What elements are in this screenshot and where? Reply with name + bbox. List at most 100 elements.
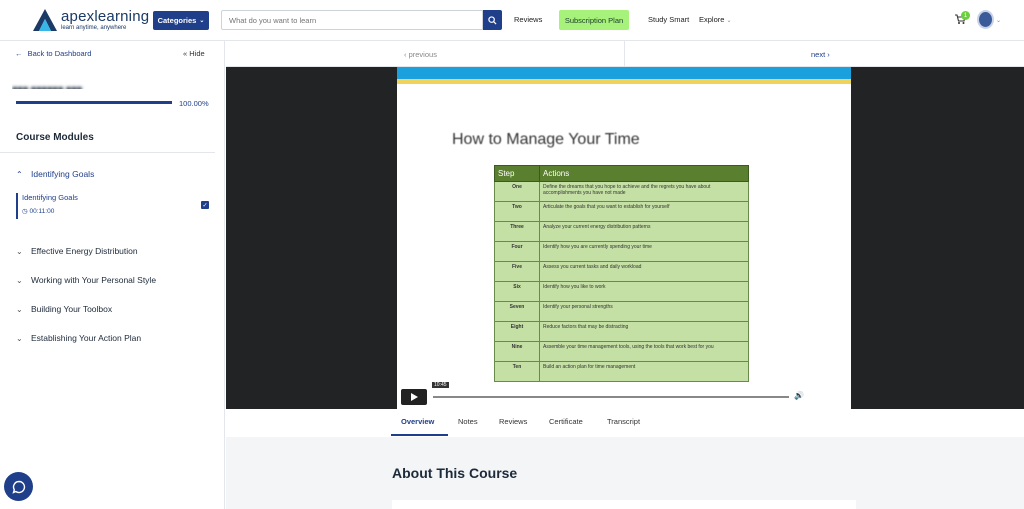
- module-building-your-toolbox[interactable]: ⌄ Building Your Toolbox: [16, 304, 112, 314]
- action-cell: Define the dreams that you hope to achie…: [539, 181, 749, 202]
- chat-button[interactable]: [4, 472, 33, 501]
- table-row: Five Assess you current tasks and daily w…: [494, 261, 749, 282]
- chevron-left-icon: ‹: [404, 50, 407, 59]
- subscription-plan-button[interactable]: Subscription Plan: [559, 10, 629, 30]
- step-cell: Two: [494, 201, 540, 222]
- course-modules-heading: Course Modules: [16, 132, 94, 143]
- chevron-down-icon: ⌄: [16, 275, 23, 285]
- video-frame: How to Manage Your Time Step Actions One…: [397, 67, 851, 409]
- airplay-icon[interactable]: ▵: [831, 391, 835, 401]
- lesson-item[interactable]: Identifying Goals ◷ 00:11:00 ✓: [16, 193, 211, 219]
- study-smart-link[interactable]: Study Smart: [648, 15, 689, 24]
- divider: [624, 41, 625, 67]
- tab-transcript[interactable]: Transcript: [607, 417, 640, 426]
- step-cell: One: [494, 181, 540, 202]
- chevron-down-icon: ⌄: [16, 333, 23, 343]
- search-button[interactable]: [483, 10, 502, 30]
- play-button[interactable]: [401, 389, 427, 405]
- divider: [0, 152, 215, 153]
- action-cell: Articulate the goals that you want to es…: [539, 201, 749, 222]
- lesson-title: Identifying Goals: [22, 193, 78, 202]
- reviews-link[interactable]: Reviews: [514, 15, 542, 24]
- step-cell: Ten: [494, 361, 540, 382]
- back-to-dashboard-link[interactable]: ← Back to Dashboard: [15, 49, 91, 58]
- action-cell: Identify how you are currently spending …: [539, 241, 749, 262]
- logo[interactable]: apexlearning learn anytime, anywhere: [32, 8, 149, 32]
- chevron-down-icon: ⌄: [16, 246, 23, 256]
- table-row: Six Identify how you like to work: [494, 281, 749, 302]
- action-cell: Identify how you like to work: [539, 281, 749, 302]
- chat-icon: [11, 480, 25, 494]
- progress-percent: 100.00%: [179, 99, 209, 108]
- avatar[interactable]: [977, 10, 994, 29]
- action-cell: Reduce factors that may be distracting: [539, 321, 749, 342]
- table-row: Two Articulate the goals that you want to…: [494, 201, 749, 222]
- main-content: ‹ previous next › How to Manage Your Tim…: [226, 41, 1024, 509]
- search-input[interactable]: [221, 10, 483, 30]
- step-cell: Nine: [494, 341, 540, 362]
- step-cell: Three: [494, 221, 540, 242]
- tab-overview[interactable]: Overview: [401, 417, 434, 426]
- course-tabs: Overview Notes Reviews Certificate Trans…: [226, 409, 1024, 437]
- table-row: Nine Assemble your time management tools,…: [494, 341, 749, 362]
- table-row: Four Identify how you are currently spend…: [494, 241, 749, 262]
- video-controls: 10:45 🔊 ⚙ ▣ ▵ ⛶: [397, 382, 851, 409]
- checkbox-checked-icon[interactable]: ✓: [201, 201, 209, 209]
- next-button[interactable]: next ›: [811, 50, 830, 59]
- pip-icon[interactable]: ▣: [819, 391, 827, 401]
- module-identifying-goals[interactable]: ⌃ Identifying Goals: [16, 169, 94, 179]
- cart-count-badge: 1: [961, 11, 970, 20]
- arrow-left-icon: ←: [15, 49, 23, 58]
- time-tooltip: 10:45: [432, 382, 449, 388]
- table-row: One Define the dreams that you hope to ac…: [494, 181, 749, 202]
- table-header-actions: Actions: [539, 165, 749, 182]
- about-card: [392, 500, 856, 509]
- table-row: Ten Build an action plan for time managem…: [494, 361, 749, 382]
- hide-sidebar-button[interactable]: « Hide: [183, 49, 205, 58]
- tab-reviews[interactable]: Reviews: [499, 417, 527, 426]
- tab-certificate[interactable]: Certificate: [549, 417, 583, 426]
- slide-table: Step Actions One Define the dreams that y…: [494, 165, 749, 382]
- table-row: Eight Reduce factors that may be distract…: [494, 321, 749, 342]
- module-establishing-action-plan[interactable]: ⌄ Establishing Your Action Plan: [16, 333, 141, 343]
- previous-button[interactable]: ‹ previous: [404, 50, 437, 59]
- action-cell: Assess you current tasks and daily workl…: [539, 261, 749, 282]
- step-cell: Eight: [494, 321, 540, 342]
- fullscreen-icon[interactable]: ⛶: [839, 391, 845, 401]
- chevron-up-icon: ⌃: [16, 169, 23, 179]
- step-cell: Five: [494, 261, 540, 282]
- action-cell: Identify your personal strengths: [539, 301, 749, 322]
- explore-menu[interactable]: Explore ⌄: [699, 15, 732, 24]
- table-row: Three Analyze your current energy distrib…: [494, 221, 749, 242]
- slide-title: How to Manage Your Time: [452, 131, 640, 148]
- logo-tagline: learn anytime, anywhere: [61, 25, 127, 31]
- logo-icon: [32, 8, 58, 32]
- chevron-down-icon: ⌄: [199, 18, 205, 24]
- chevron-down-icon: ⌄: [726, 18, 732, 24]
- clock-icon: ◷: [22, 208, 28, 215]
- video-player[interactable]: How to Manage Your Time Step Actions One…: [226, 67, 1024, 409]
- table-header-step: Step: [494, 165, 540, 182]
- step-cell: Four: [494, 241, 540, 262]
- logo-name: apexlearning: [61, 8, 150, 25]
- action-cell: Analyze your current energy distribution…: [539, 221, 749, 242]
- search-icon: [488, 15, 497, 25]
- chevron-down-icon: ⌄: [16, 304, 23, 314]
- active-tab-indicator: [391, 434, 448, 436]
- table-row: Seven Identify your personal strengths: [494, 301, 749, 322]
- module-effective-energy-distribution[interactable]: ⌄ Effective Energy Distribution: [16, 246, 138, 256]
- categories-button[interactable]: Categories ⌄: [153, 11, 209, 30]
- progress-bar: [16, 101, 172, 104]
- module-working-with-personal-style[interactable]: ⌄ Working with Your Personal Style: [16, 275, 156, 285]
- slide-header-bar: [397, 67, 851, 79]
- tab-notes[interactable]: Notes: [458, 417, 478, 426]
- slide-accent-bar: [397, 79, 851, 84]
- double-chevron-left-icon: «: [183, 49, 188, 58]
- about-heading: About This Course: [392, 465, 518, 481]
- chevron-right-icon: ›: [827, 50, 830, 59]
- volume-icon[interactable]: 🔊: [794, 391, 804, 401]
- step-cell: Seven: [494, 301, 540, 322]
- settings-icon[interactable]: ⚙: [808, 391, 815, 401]
- step-cell: Six: [494, 281, 540, 302]
- seek-bar[interactable]: [433, 396, 789, 398]
